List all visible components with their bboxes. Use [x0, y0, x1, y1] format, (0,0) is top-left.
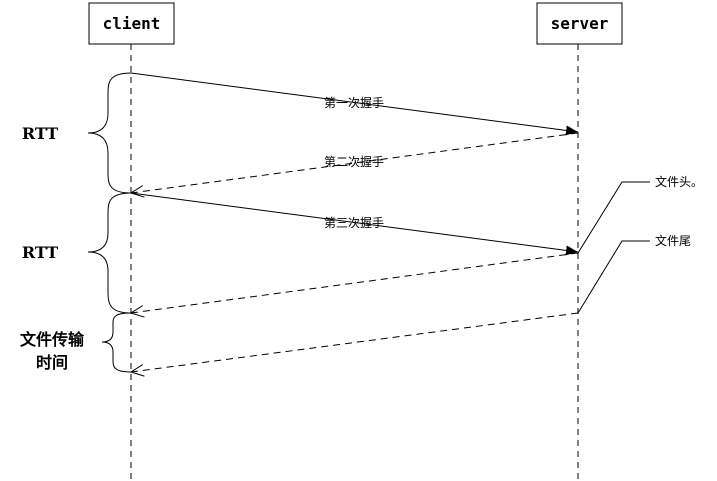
message-file-tail — [131, 312, 579, 372]
client-actor: client — [88, 2, 175, 45]
message-arrow — [131, 252, 579, 313]
curly-brace — [87, 72, 132, 194]
brace-label-line2: 时间 — [36, 353, 68, 372]
server-actor-label: server — [551, 14, 609, 33]
brace-label: RTT — [22, 124, 58, 143]
message-file-header — [131, 252, 579, 313]
sequence-diagram: client server 第一次握手 第二次握手 第三次握手 RTT RTT … — [20, 2, 703, 481]
brace-transfer-time: 文件传输 时间 — [20, 312, 132, 373]
callout-leader — [577, 240, 650, 314]
message-third-handshake: 第三次握手 — [130, 192, 579, 256]
curly-brace — [87, 192, 132, 314]
brace-label: RTT — [22, 243, 58, 262]
message-label: 第三次握手 — [324, 215, 384, 230]
message-label: 第二次握手 — [324, 154, 384, 169]
client-actor-label: client — [103, 14, 161, 33]
message-label: 第一次握手 — [324, 95, 384, 110]
brace-rtt-1: RTT — [22, 72, 132, 194]
brace-label-line1: 文件传输 — [20, 330, 85, 349]
message-arrow — [131, 312, 579, 372]
message-first-handshake: 第一次握手 — [130, 72, 579, 136]
brace-rtt-2: RTT — [22, 192, 132, 314]
message-second-handshake: 第二次握手 — [131, 132, 579, 193]
server-actor: server — [536, 2, 623, 45]
callout-file-tail: 文件尾 — [577, 233, 691, 314]
callout-text: 文件头。 — [655, 174, 703, 189]
curly-brace — [101, 312, 132, 373]
callout-text: 文件尾 — [655, 233, 691, 248]
callout-leader — [577, 181, 650, 254]
